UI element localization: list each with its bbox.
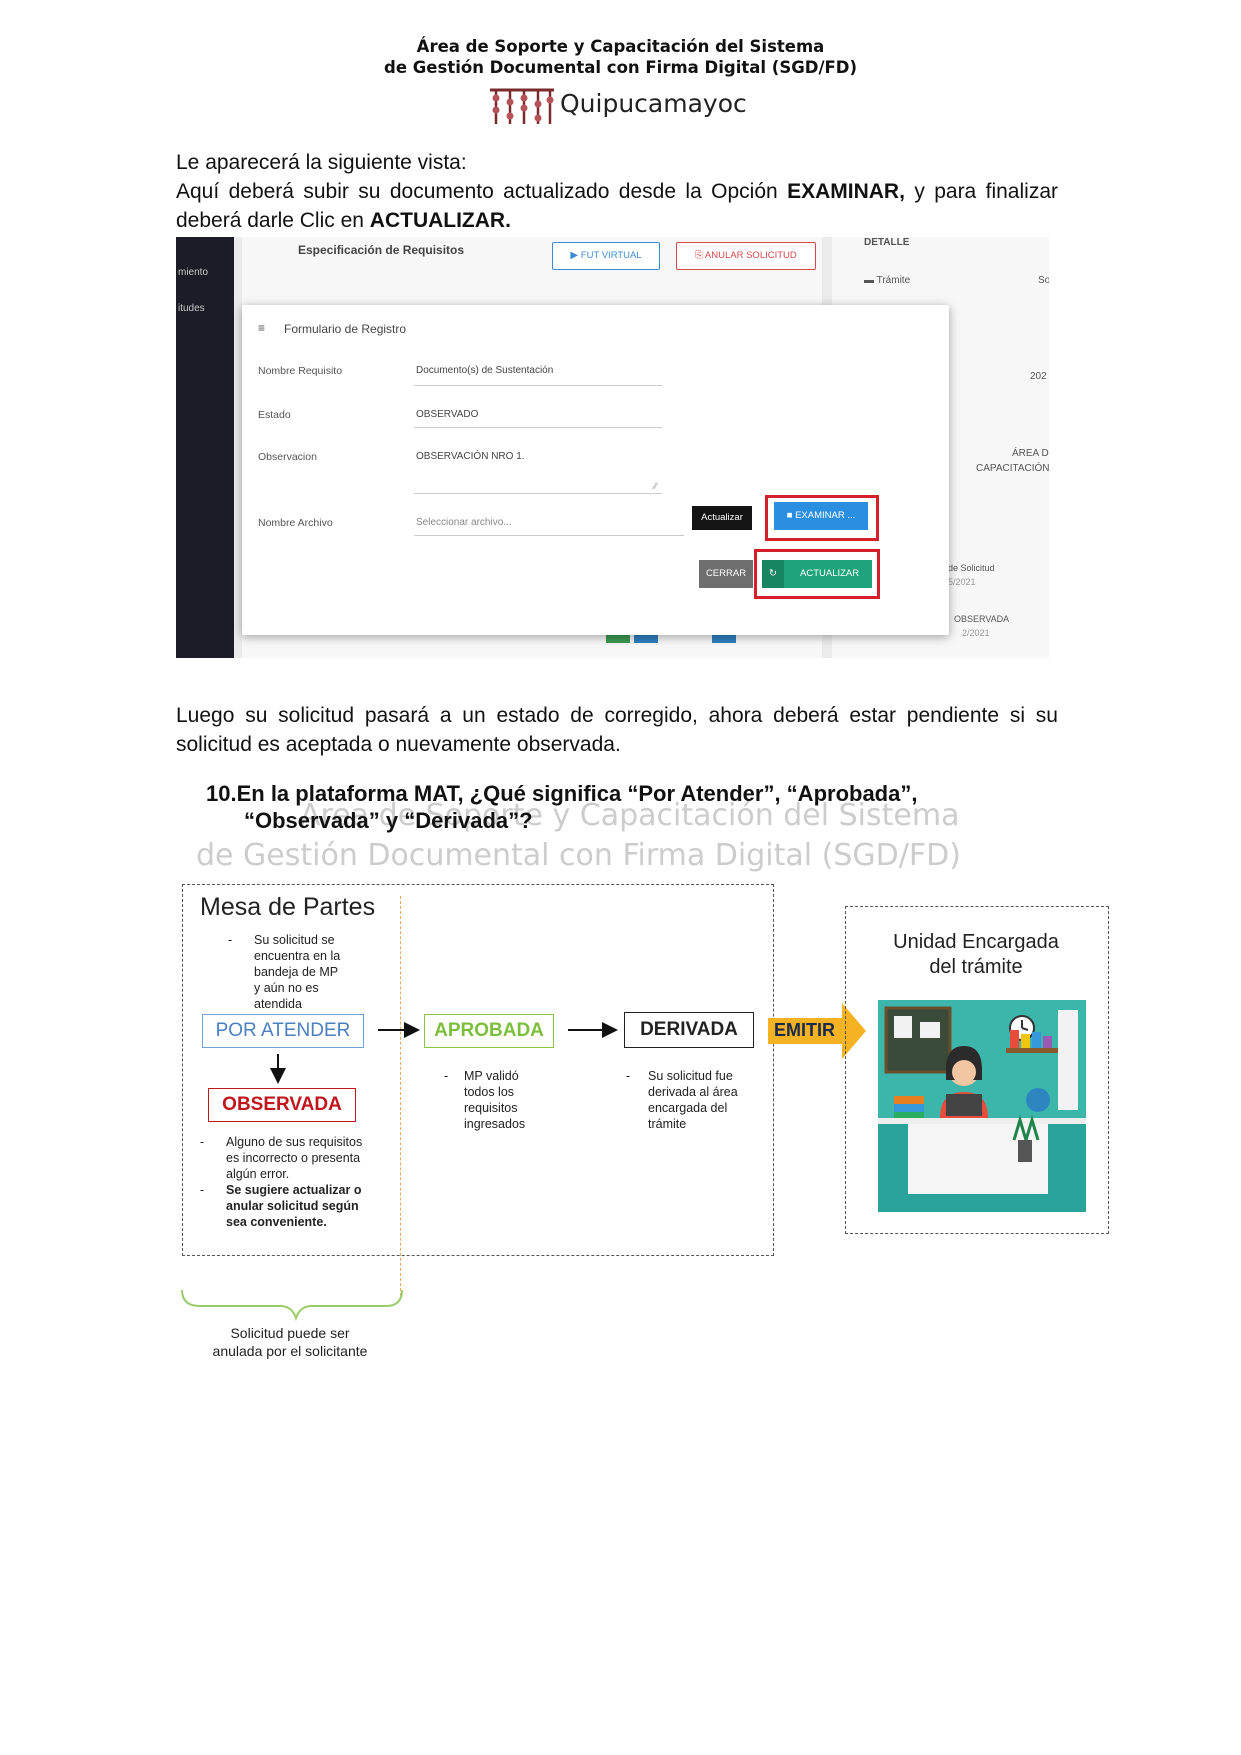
dash-bullet: -	[200, 1183, 205, 1197]
derivada-description: - Su solicitud fue derivada al área enca…	[626, 1068, 738, 1132]
laptop-icon	[946, 1094, 982, 1116]
observada-desc-line: es incorrecto o presenta	[226, 1151, 361, 1165]
unidad-title-line: del trámite	[929, 956, 1023, 978]
aprobada-desc-line: requisitos	[464, 1101, 518, 1115]
observada-suggestion-line: Se sugiere actualizar o	[226, 1183, 362, 1197]
derivada-desc-line: derivada al área	[648, 1085, 738, 1099]
dash-bullet: -	[200, 1135, 205, 1149]
aprobada-desc-line: todos los	[464, 1085, 515, 1099]
derivada-desc-line: trámite	[648, 1117, 687, 1131]
brace-label-line: anulada por el solicitante	[212, 1343, 368, 1359]
observada-desc-line: algún error.	[226, 1167, 290, 1181]
derivada-desc-line: Su solicitud fue	[648, 1069, 733, 1083]
observada-suggestion-line: sea conveniente.	[226, 1215, 327, 1229]
aprobada-desc-line: ingresados	[464, 1117, 526, 1131]
dash-bullet: -	[626, 1069, 631, 1083]
brace-label: Solicitud puede ser anulada por el solic…	[200, 1324, 380, 1360]
unidad-title-line: Unidad Encargada	[893, 931, 1059, 953]
office-worker-illustration	[878, 1000, 1086, 1212]
observada-description: - Alguno de sus requisitos es incorrecto…	[200, 1134, 362, 1230]
emitir-label: EMITIR	[774, 1020, 835, 1040]
derivada-desc-line: encargada del	[648, 1101, 728, 1115]
globe-icon	[1026, 1088, 1050, 1112]
aprobada-description: - MP validó todos los requisitos ingresa…	[444, 1068, 525, 1132]
aprobada-desc-line: MP validó	[464, 1069, 519, 1083]
unidad-title: Unidad Encargada del trámite	[845, 930, 1107, 980]
observada-desc-line: Alguno de sus requisitos	[226, 1135, 363, 1149]
dash-bullet: -	[444, 1069, 449, 1083]
diagram-arrows	[181, 1003, 866, 1322]
brace	[181, 1289, 403, 1322]
brace-label-line: Solicitud puede ser	[230, 1325, 350, 1341]
observada-suggestion-line: anular solicitud según	[226, 1199, 359, 1213]
